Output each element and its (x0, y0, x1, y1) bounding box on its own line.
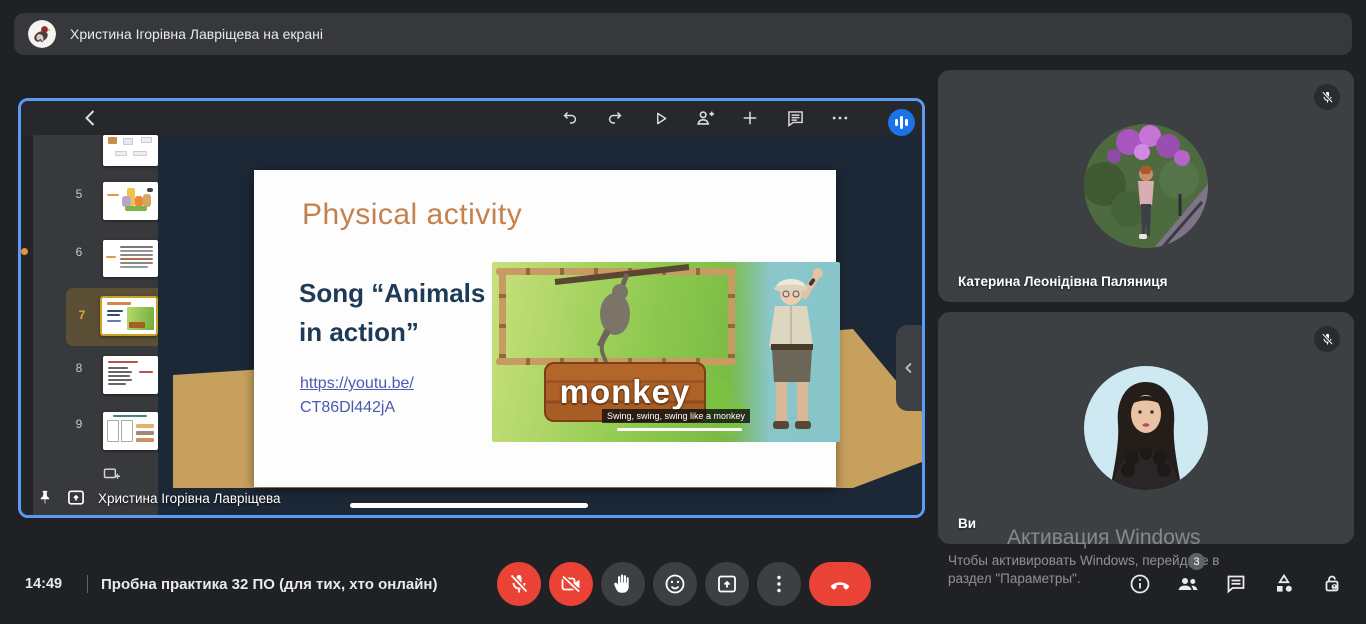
slide-thumbnail-9[interactable] (103, 412, 158, 450)
participants-count-badge: 3 (1188, 553, 1205, 570)
present-to-tile-icon[interactable] (64, 488, 88, 508)
more-options-button[interactable] (757, 562, 801, 606)
reactions-button[interactable] (653, 562, 697, 606)
slide-thumbnail-selected-container[interactable]: 7 (66, 288, 165, 346)
slide-thumbnail-8[interactable] (103, 356, 158, 394)
meeting-details-icon[interactable] (1128, 572, 1152, 596)
raise-hand-button[interactable] (601, 562, 645, 606)
share-tile-overlay: Христина Ігорівна Лавріщева (21, 481, 922, 515)
youtube-link-line2[interactable]: CT86Dl442jA (300, 399, 395, 417)
slide-song-line1: Song “Animals (299, 278, 485, 309)
slide-number: 6 (69, 245, 89, 259)
present-button[interactable] (705, 562, 749, 606)
slide-number: 9 (69, 417, 89, 431)
participant-name-self: Ви (958, 516, 976, 531)
slide-thumbnail-panel: 5 6 7 (33, 135, 158, 515)
divider (87, 575, 88, 593)
comment-icon[interactable] (784, 107, 806, 129)
windows-watermark-title: Активация Windows (1007, 526, 1201, 550)
presentation-canvas: Physical activity Song “Animals in actio… (158, 135, 922, 515)
mic-muted-icon (1314, 84, 1340, 110)
meeting-title: Пробна практика 32 ПО (для тих, хто онла… (101, 576, 437, 593)
shared-screen-content: 5 6 7 (21, 101, 922, 515)
presenter-avatar (28, 20, 56, 48)
panel-collapse-handle[interactable] (896, 325, 922, 411)
end-call-button[interactable] (809, 562, 871, 606)
plus-icon[interactable] (739, 107, 761, 129)
windows-watermark-line1: Чтобы активировать Windows, перейдите в (948, 553, 1219, 568)
participant-tile-1[interactable]: Катерина Леонідівна Паляниця (938, 70, 1354, 302)
panel-left-strip (21, 135, 33, 515)
host-controls-icon[interactable] (1320, 572, 1344, 596)
clock: 14:49 (25, 576, 62, 592)
participant-avatar-1 (1084, 124, 1208, 248)
call-controls (497, 562, 871, 606)
participant-name: Катерина Леонідівна Паляниця (958, 274, 1167, 289)
presentation-toolbar (21, 101, 922, 135)
undo-icon[interactable] (559, 107, 581, 129)
windows-watermark-line2: раздел "Параметры". (948, 571, 1081, 586)
slide-thumbnail-6[interactable] (103, 240, 158, 277)
presenter-man-figure (745, 266, 840, 441)
slide-thumbnail-5[interactable] (103, 182, 158, 220)
chat-icon[interactable] (1224, 572, 1248, 596)
banner-text: Христина Ігорівна Лавріщева на екрані (70, 26, 323, 42)
slide-song-line2: in action” (299, 317, 419, 348)
slide-number: 8 (69, 361, 89, 375)
person-add-icon[interactable] (694, 107, 716, 129)
mic-muted-icon (1314, 326, 1340, 352)
activities-icon[interactable] (1272, 572, 1296, 596)
slide-thumbnail-7[interactable] (100, 296, 158, 336)
shared-screen-tile[interactable]: 5 6 7 (18, 98, 925, 518)
toolbar-icon-group (559, 101, 851, 135)
monkey-video-image: monkey Swing, swing, swing like a monkey (492, 262, 840, 442)
current-slide: Physical activity Song “Animals in actio… (254, 170, 836, 487)
back-icon[interactable] (79, 106, 103, 130)
meeting-panel-icons (1128, 572, 1344, 596)
slide-thumbnail-partial[interactable] (103, 135, 158, 166)
participant-avatar-self (1084, 366, 1208, 490)
participants-icon[interactable] (1176, 572, 1200, 596)
monkey-sign-text: monkey (560, 373, 691, 411)
mic-muted-button[interactable] (497, 562, 541, 606)
camera-muted-button[interactable] (549, 562, 593, 606)
participant-tile-self[interactable]: Ви (938, 312, 1354, 544)
video-caption: Swing, swing, swing like a monkey (602, 409, 750, 423)
orange-indicator-dot (21, 248, 28, 255)
video-progress-bar (617, 428, 742, 431)
audio-playing-indicator-icon (888, 109, 915, 136)
screen-share-banner: Христина Ігорівна Лавріщева на екрані (14, 13, 1352, 55)
monkey-figure (547, 262, 697, 377)
youtube-link-line1[interactable]: https://youtu.be/ (300, 375, 414, 393)
slide-number: 5 (69, 187, 89, 201)
redo-icon[interactable] (604, 107, 626, 129)
presenter-tile-name: Христина Ігорівна Лавріщева (98, 491, 281, 506)
pin-icon[interactable] (36, 489, 54, 507)
play-icon[interactable] (649, 107, 671, 129)
bird-avatar-image (28, 20, 56, 48)
more-options-icon[interactable] (829, 107, 851, 129)
slide-title: Physical activity (302, 198, 522, 232)
slide-number-selected: 7 (72, 308, 92, 322)
